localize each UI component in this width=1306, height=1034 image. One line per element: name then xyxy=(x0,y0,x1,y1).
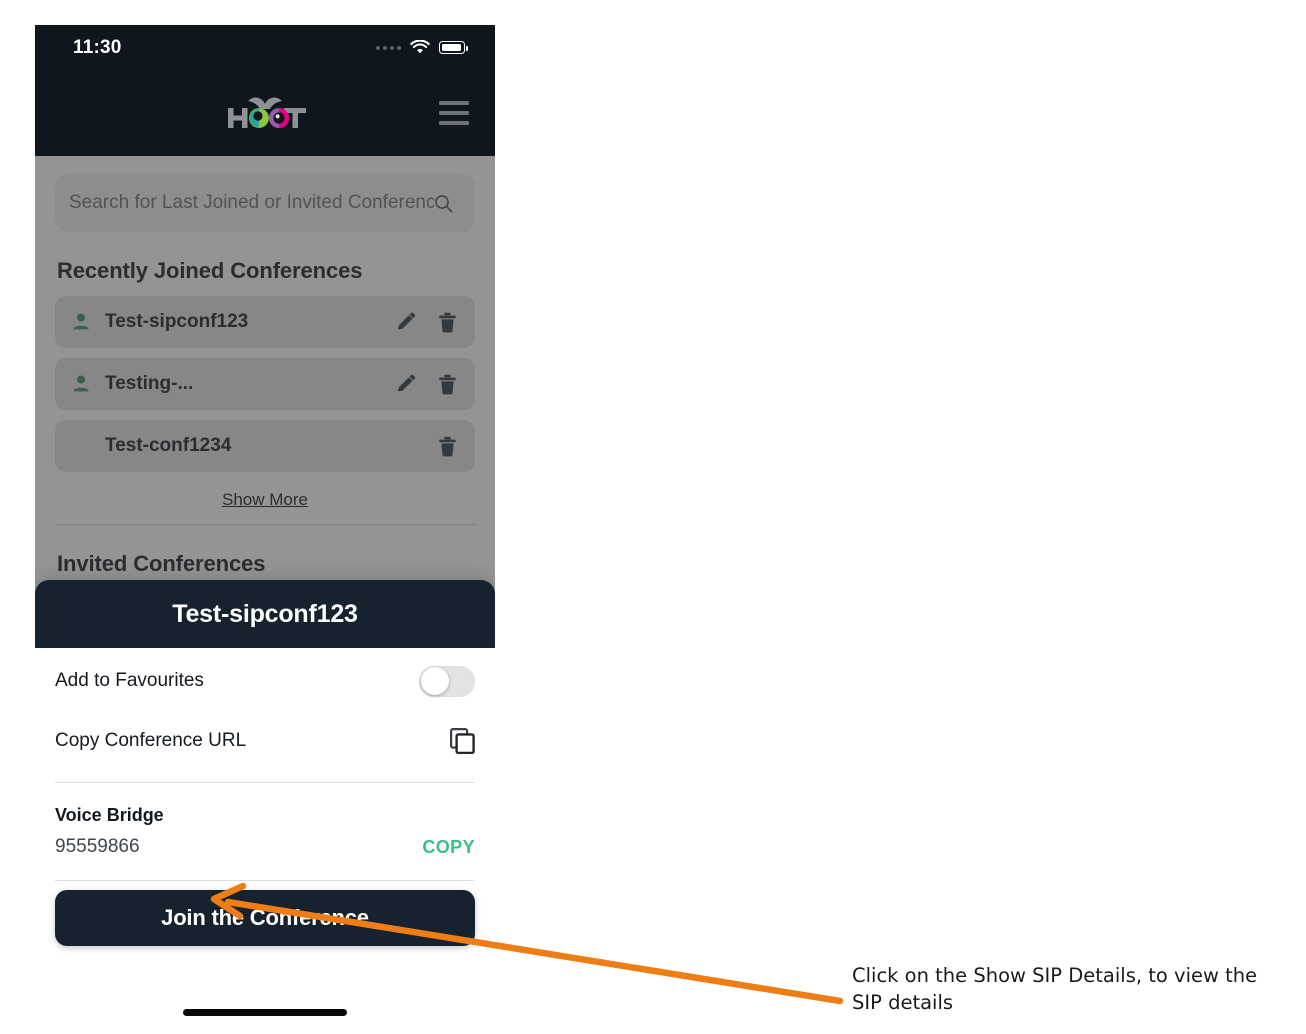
wifi-icon xyxy=(410,40,430,54)
show-more-link[interactable]: Show More xyxy=(222,490,308,509)
voice-bridge-row: 95559866 COPY xyxy=(55,836,475,858)
search-icon[interactable] xyxy=(434,194,453,213)
edit-icon[interactable] xyxy=(395,374,416,395)
delete-icon[interactable] xyxy=(438,436,457,457)
table-row[interactable]: Test-conf1234 xyxy=(55,420,475,472)
table-row[interactable]: Testing-... xyxy=(55,358,475,410)
hamburger-menu-icon[interactable] xyxy=(439,101,469,125)
copy-url-label: Copy Conference URL xyxy=(55,730,247,751)
conference-name: Test-conf1234 xyxy=(105,435,232,456)
search-input[interactable] xyxy=(69,192,434,214)
person-icon xyxy=(71,374,97,394)
screenshot-root: 11:30 Search for Last Joined or Invited … xyxy=(0,0,1306,1034)
row-actions xyxy=(395,374,457,395)
sheet-divider-1 xyxy=(55,782,475,783)
favourites-toggle[interactable] xyxy=(419,665,475,697)
delete-icon[interactable] xyxy=(438,374,457,395)
hoot-logo xyxy=(228,97,306,128)
search-bar[interactable] xyxy=(55,174,475,232)
status-bar-time: 11:30 xyxy=(73,36,122,58)
voice-bridge-value: 95559866 xyxy=(55,836,140,857)
delete-icon[interactable] xyxy=(438,312,457,333)
section-divider xyxy=(55,524,475,525)
toggle-knob xyxy=(420,667,449,695)
show-more-wrapper: Show More xyxy=(55,490,475,510)
voice-bridge-label: Voice Bridge xyxy=(55,805,164,825)
conference-details-sheet: Test-sipconf123 Add to Favourites Copy C… xyxy=(35,580,495,1034)
conference-name: Testing-... xyxy=(105,373,194,394)
row-actions xyxy=(438,436,457,457)
signal-dots-icon xyxy=(376,45,401,50)
phone-viewport: 11:30 Search for Last Joined or Invited … xyxy=(35,25,495,1034)
app-header xyxy=(35,70,495,156)
person-icon xyxy=(71,312,97,332)
sheet-divider-2 xyxy=(55,880,475,881)
favourites-label: Add to Favourites xyxy=(55,670,204,691)
copy-icon[interactable] xyxy=(450,728,475,754)
join-conference-label: Join the Conference xyxy=(161,905,369,930)
favourites-row[interactable]: Add to Favourites xyxy=(55,654,475,708)
conference-name: Test-sipconf123 xyxy=(105,311,249,332)
status-bar-icons xyxy=(376,40,468,55)
sheet-body: Add to Favourites Copy Conference URL Vo… xyxy=(35,648,495,946)
home-indicator xyxy=(183,1009,347,1016)
battery-icon xyxy=(439,41,468,54)
table-row[interactable]: Test-sipconf123 xyxy=(55,296,475,348)
sheet-title: Test-sipconf123 xyxy=(172,599,358,628)
annotation-text: Click on the Show SIP Details, to view t… xyxy=(852,964,1258,1014)
sheet-header: Test-sipconf123 xyxy=(35,580,495,648)
sheet-footer xyxy=(35,946,495,1034)
row-actions xyxy=(395,312,457,333)
copy-conference-url-row[interactable]: Copy Conference URL xyxy=(55,714,475,768)
voice-bridge-copy-button[interactable]: COPY xyxy=(422,837,475,858)
section-title-invited: Invited Conferences xyxy=(57,551,266,576)
status-bar: 11:30 xyxy=(35,25,495,70)
section-title-recently-joined: Recently Joined Conferences xyxy=(57,258,363,283)
edit-icon[interactable] xyxy=(395,312,416,333)
join-conference-button[interactable]: Join the Conference xyxy=(55,890,475,946)
